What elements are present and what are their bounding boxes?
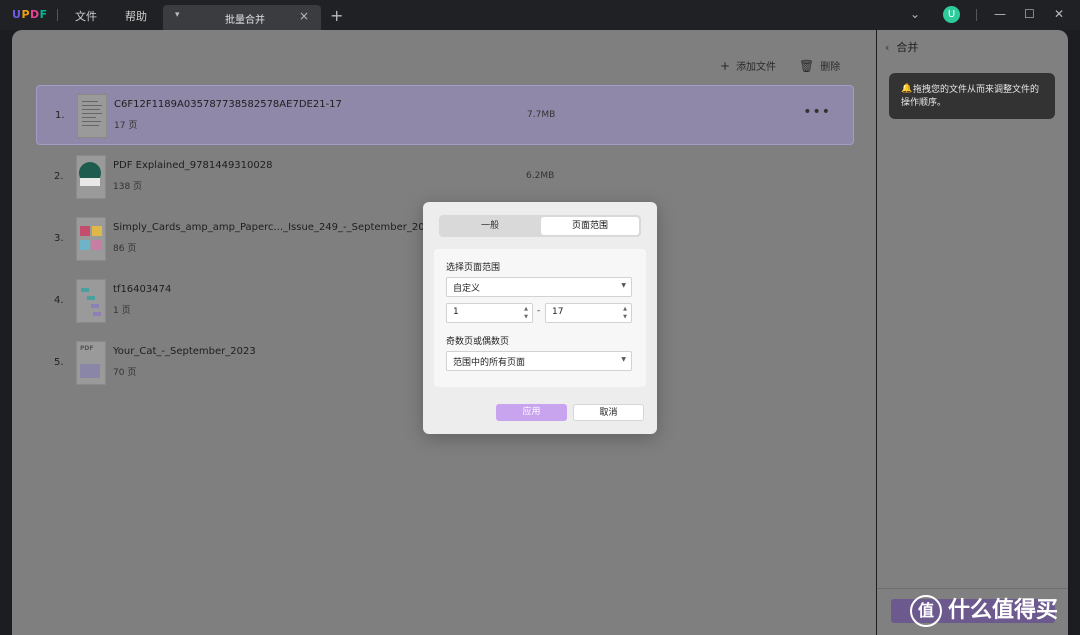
close-window-button[interactable]: ✕: [1054, 7, 1064, 21]
back-icon[interactable]: ‹: [885, 41, 889, 54]
maximize-button[interactable]: ☐: [1024, 7, 1035, 21]
file-pages: 1 页: [113, 306, 131, 316]
menu-file[interactable]: 文件: [75, 8, 97, 24]
merge-side-panel: ‹ 合并 🔔 拖拽您的文件从而来调整文件的操作顺序。: [877, 30, 1068, 635]
file-thumbnail: [76, 155, 106, 199]
row-index: 5.: [54, 357, 64, 368]
cancel-button[interactable]: 取消: [573, 404, 644, 421]
chevron-down-icon: ▼: [621, 356, 626, 363]
app-logo: UPDF: [12, 8, 48, 21]
file-name: Your_Cat_-_September_2023: [113, 346, 256, 357]
divider: [877, 588, 1068, 589]
file-thumbnail: [76, 217, 106, 261]
menu-help[interactable]: 帮助: [125, 8, 147, 24]
odd-even-label: 奇数页或偶数页: [446, 337, 510, 347]
decrement-icon[interactable]: ▼: [623, 314, 627, 320]
watermark: 值什么值得买: [910, 592, 1058, 627]
range-dash: -: [537, 306, 541, 316]
avatar[interactable]: U: [943, 6, 960, 23]
range-label: 选择页面范围: [446, 263, 501, 273]
file-thumbnail: [77, 94, 107, 138]
increment-icon[interactable]: ▲: [524, 306, 528, 312]
file-size: 7.7MB: [527, 110, 556, 120]
panel-title: ‹ 合并: [885, 39, 918, 55]
delete-label: 删除: [820, 62, 841, 73]
tab-batch-merge[interactable]: ▾ 批量合并 ×: [163, 5, 321, 30]
page-range-dialog: 一般 页面范围 选择页面范围 自定义 ▼ 1 ▲ ▼ - 17 ▲ ▼ 奇数页或…: [423, 202, 657, 434]
file-pages: 86 页: [113, 244, 137, 254]
more-options-icon[interactable]: •••: [803, 104, 831, 120]
row-index: 1.: [55, 110, 65, 121]
range-select[interactable]: 自定义 ▼: [446, 277, 632, 297]
odd-even-select-value: 范围中的所有页面: [453, 358, 526, 368]
file-thumbnail: [76, 279, 106, 323]
apply-button[interactable]: 应用: [496, 404, 567, 421]
minimize-button[interactable]: —: [994, 7, 1006, 21]
new-tab-button[interactable]: +: [330, 6, 343, 25]
row-index: 3.: [54, 233, 64, 244]
tab-title: 批量合并: [225, 15, 265, 26]
file-name: C6F12F1189A035787738582578AE7DE21-17: [114, 99, 342, 110]
add-file-label: 添加文件: [736, 62, 777, 73]
increment-icon[interactable]: ▲: [623, 306, 627, 312]
row-index: 4.: [54, 295, 64, 306]
file-pages: 138 页: [113, 182, 143, 192]
file-size: 6.2MB: [526, 171, 555, 181]
file-pages: 70 页: [113, 368, 137, 378]
trash-icon: 🗑: [799, 59, 815, 73]
add-file-button[interactable]: + 添加文件: [720, 58, 776, 73]
file-name: Simply_Cards_amp_amp_Paperc..._Issue_249…: [113, 222, 438, 233]
delete-button[interactable]: 🗑 删除: [799, 58, 840, 73]
chevron-down-icon[interactable]: ⌄: [910, 7, 920, 21]
odd-even-select[interactable]: 范围中的所有页面 ▼: [446, 351, 632, 371]
separator: [57, 9, 58, 21]
from-page-value: 1: [453, 307, 459, 317]
tab-dropdown-icon[interactable]: ▾: [175, 10, 180, 20]
watermark-logo-icon: 值: [910, 595, 942, 627]
dialog-tabs: 一般 页面范围: [439, 215, 641, 237]
decrement-icon[interactable]: ▼: [524, 314, 528, 320]
range-select-value: 自定义: [453, 284, 481, 294]
drag-tip-tooltip: 🔔 拖拽您的文件从而来调整文件的操作顺序。: [889, 73, 1055, 119]
file-name: PDF Explained_9781449310028: [113, 160, 273, 171]
tip-text: 拖拽您的文件从而来调整文件的操作顺序。: [901, 85, 1040, 108]
file-thumbnail: PDF: [76, 341, 106, 385]
title-bar: UPDF 文件 帮助 ▾ 批量合并 × + ⌄ U — ☐ ✕: [0, 0, 1080, 30]
tab-general[interactable]: 一般: [441, 217, 539, 235]
file-name: tf16403474: [113, 284, 172, 295]
separator: [976, 9, 977, 21]
tab-page-range[interactable]: 页面范围: [541, 217, 639, 235]
panel-title-text: 合并: [896, 41, 919, 54]
file-row[interactable]: 1. C6F12F1189A035787738582578AE7DE21-17 …: [36, 85, 854, 145]
file-pages: 17 页: [114, 121, 138, 131]
row-index: 2.: [54, 171, 64, 182]
plus-icon: +: [720, 59, 731, 73]
to-page-input[interactable]: 17 ▲ ▼: [545, 303, 632, 323]
chevron-down-icon: ▼: [621, 282, 626, 289]
file-row[interactable]: 2. PDF Explained_9781449310028 138 页 6.2…: [36, 147, 852, 205]
page-range-settings: 选择页面范围 自定义 ▼ 1 ▲ ▼ - 17 ▲ ▼ 奇数页或偶数页 范围中的…: [434, 249, 646, 387]
from-page-input[interactable]: 1 ▲ ▼: [446, 303, 533, 323]
watermark-text: 什么值得买: [948, 598, 1059, 623]
tab-close-icon[interactable]: ×: [299, 9, 309, 23]
to-page-value: 17: [552, 307, 564, 317]
